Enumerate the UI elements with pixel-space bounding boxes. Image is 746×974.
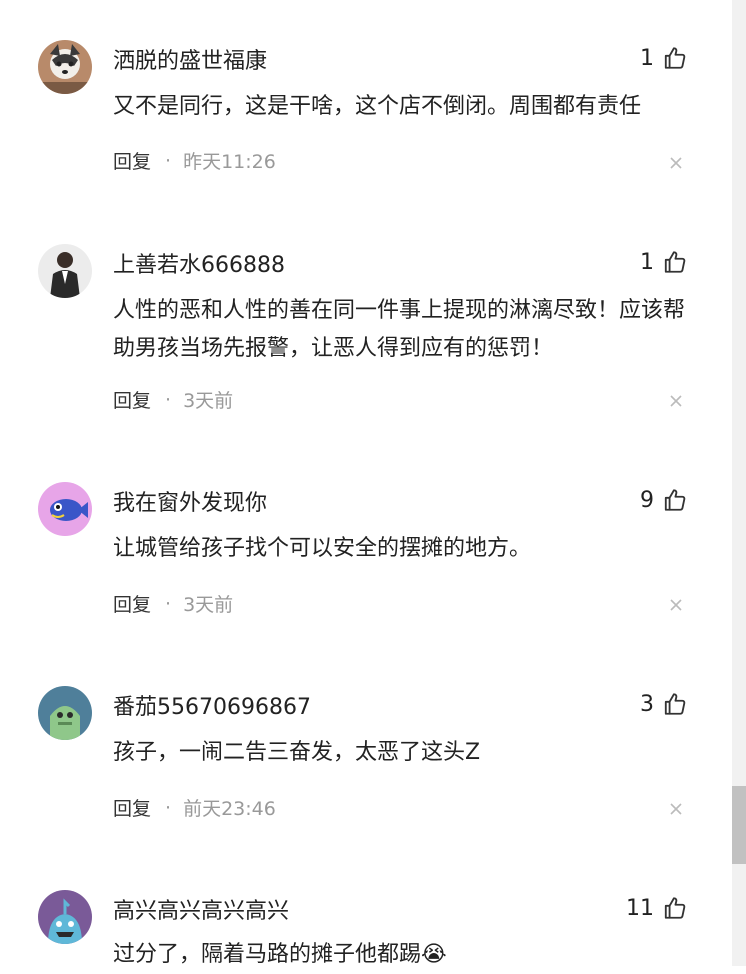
thumbs-up-icon xyxy=(662,249,688,275)
username[interactable]: 番茄55670696867 xyxy=(113,689,311,721)
close-icon[interactable] xyxy=(668,393,684,409)
comment-meta: 回复 · 前天23:46 xyxy=(113,794,276,821)
timestamp: 3天前 xyxy=(183,390,234,412)
avatar[interactable] xyxy=(38,686,92,740)
timestamp: 前天23:46 xyxy=(183,798,276,820)
thumbs-up-icon xyxy=(662,895,688,921)
avatar[interactable] xyxy=(38,40,92,94)
reply-button[interactable]: 回复 xyxy=(113,147,151,174)
scrollbar-track[interactable] xyxy=(732,0,746,966)
avatar[interactable] xyxy=(38,890,92,944)
thumbs-up-icon xyxy=(662,487,688,513)
comment-text: 人性的恶和人性的善在同一件事上提现的淋漓尽致！应该帮助男孩当场先报警，让恶人得到… xyxy=(113,298,686,361)
separator-dot: · xyxy=(165,592,172,615)
comment-meta: 回复 · 3天前 xyxy=(113,386,233,413)
separator-dot: · xyxy=(165,388,172,411)
reply-button[interactable]: 回复 xyxy=(113,386,151,413)
like-count: 1 xyxy=(640,45,654,71)
like-button[interactable]: 1 xyxy=(640,249,688,275)
username[interactable]: 洒脱的盛世福康 xyxy=(113,43,267,75)
reply-button[interactable]: 回复 xyxy=(113,794,151,821)
comment-text: 让城管给孩子找个可以安全的摆摊的地方。 xyxy=(113,536,532,561)
like-button[interactable]: 9 xyxy=(640,487,688,513)
username[interactable]: 上善若水666888 xyxy=(113,247,285,279)
separator-dot: · xyxy=(165,149,172,172)
like-count: 3 xyxy=(640,691,654,717)
username[interactable]: 我在窗外发现你 xyxy=(113,485,267,517)
scrollbar-thumb[interactable] xyxy=(732,786,746,864)
separator-dot: · xyxy=(165,796,172,819)
timestamp: 昨天11:26 xyxy=(183,151,276,173)
thumbs-up-icon xyxy=(662,45,688,71)
comment-meta: 回复 · 3天前 xyxy=(113,590,233,617)
thumbs-up-icon xyxy=(662,691,688,717)
timestamp: 3天前 xyxy=(183,594,234,616)
close-icon[interactable] xyxy=(668,801,684,817)
like-count: 1 xyxy=(640,249,654,275)
close-icon[interactable] xyxy=(668,597,684,613)
like-button[interactable]: 11 xyxy=(626,895,688,921)
like-button[interactable]: 1 xyxy=(640,45,688,71)
like-count: 11 xyxy=(626,895,654,921)
like-button[interactable]: 3 xyxy=(640,691,688,717)
username[interactable]: 高兴高兴高兴高兴 xyxy=(113,893,289,925)
comment-meta: 回复 · 昨天11:26 xyxy=(113,147,276,174)
comment-text: 孩子，一闹二告三奋发，太恶了这头Z xyxy=(113,740,481,765)
avatar[interactable] xyxy=(38,244,92,298)
like-count: 9 xyxy=(640,487,654,513)
reply-button[interactable]: 回复 xyxy=(113,590,151,617)
close-icon[interactable] xyxy=(668,155,684,171)
avatar[interactable] xyxy=(38,482,92,536)
comment-text: 又不是同行，这是干啥，这个店不倒闭。周围都有责任 xyxy=(113,94,642,119)
comment-text: 过分了，隔着马路的摊子他都踢😭 xyxy=(113,942,447,967)
